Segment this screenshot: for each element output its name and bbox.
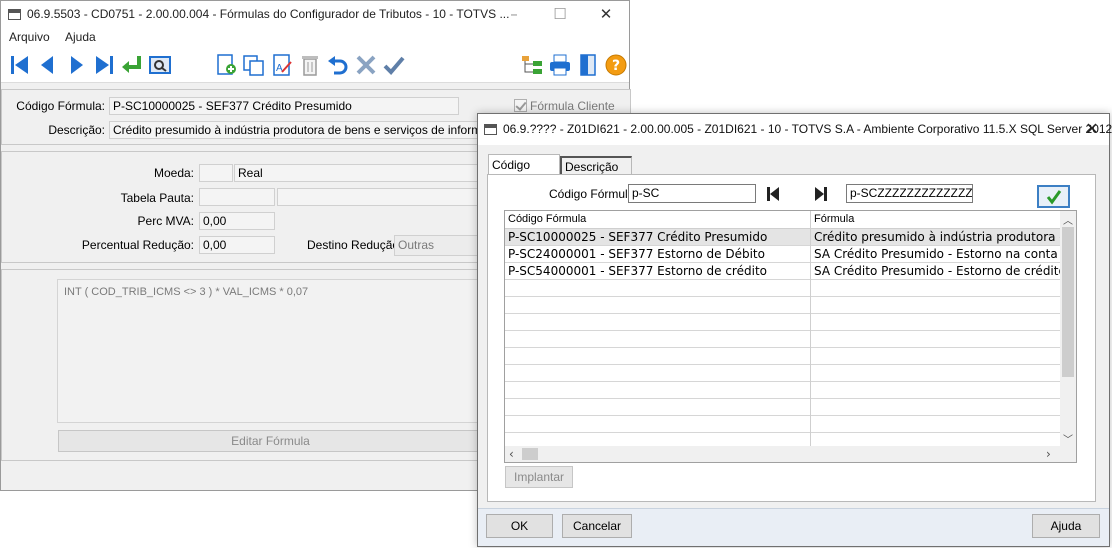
codigo-formula-field[interactable]: P-SC10000025 - SEF377 Crédito Presumido [109, 97, 459, 115]
confirm-return-icon[interactable] [119, 52, 145, 78]
table-row[interactable]: P-SC10000025 - SEF377 Crédito Presumido … [505, 229, 1061, 246]
descricao-label: Descrição: [48, 123, 105, 137]
last-record-icon[interactable] [91, 52, 117, 78]
minimize-button[interactable]: – [491, 1, 537, 29]
empty-row [505, 348, 1061, 365]
empty-row [505, 331, 1061, 348]
table-row[interactable]: P-SC54000001 - SEF377 Estorno de crédito… [505, 263, 1061, 280]
implantar-button[interactable]: Implantar [505, 466, 573, 488]
destino-reducao-label: Destino Redução: [307, 238, 403, 252]
scroll-right-icon[interactable]: › [1046, 447, 1051, 461]
range-start-button[interactable] [764, 185, 782, 203]
formula-cliente-checkbox[interactable] [514, 99, 527, 112]
editar-formula-button[interactable]: Editar Fórmula [58, 430, 483, 452]
column-header-codigo[interactable]: Código Fórmula [505, 211, 810, 229]
range-end-input[interactable]: p-SCZZZZZZZZZZZZZZ [846, 184, 973, 203]
results-grid[interactable]: Código Fórmula Fórmula P-SC10000025 - SE… [504, 210, 1077, 463]
percentual-reducao-field[interactable]: 0,00 [199, 236, 275, 254]
tabela-pauta-field[interactable] [199, 188, 275, 206]
cell-codigo: P-SC24000001 - SEF377 Estorno de Débito [508, 247, 765, 261]
tab-descricao[interactable]: Descrição [560, 156, 632, 175]
dialog-codigo-formula-label: Código Fórmula: [549, 187, 638, 201]
menubar: Arquivo Ajuda [1, 29, 629, 47]
cell-formula: Crédito presumido à indústria produtora … [814, 230, 1061, 244]
undo-icon[interactable] [325, 52, 351, 78]
lookup-dialog: 06.9.???? - Z01DI621 - 2.00.00.005 - Z01… [477, 113, 1112, 547]
dialog-app-icon [484, 124, 497, 135]
scroll-down-icon[interactable]: ﹀ [1063, 431, 1073, 446]
tabela-pauta-label: Tabela Pauta: [120, 191, 194, 205]
print-icon[interactable] [547, 52, 573, 78]
vertical-scroll-thumb[interactable] [1062, 227, 1074, 377]
new-record-icon[interactable] [213, 52, 239, 78]
search-icon[interactable] [147, 52, 173, 78]
delete-icon[interactable] [297, 52, 323, 78]
next-record-icon[interactable] [63, 52, 89, 78]
tab-codigo[interactable]: Código [488, 154, 560, 175]
cancel-button[interactable]: Cancelar [562, 514, 632, 538]
close-button[interactable]: ✕ [583, 1, 629, 29]
cell-formula: SA Crédito Presumido - Estorno na conta … [814, 247, 1061, 261]
copy-icon[interactable] [241, 52, 267, 78]
dialog-titlebar: 06.9.???? - Z01DI621 - 2.00.00.005 - Z01… [478, 114, 1112, 145]
svg-text:A: A [276, 63, 283, 74]
empty-row [505, 399, 1061, 416]
cell-formula: SA Crédito Presumido - Estorno de crédit… [814, 264, 1061, 278]
first-record-icon[interactable] [7, 52, 33, 78]
ok-button[interactable]: OK [486, 514, 553, 538]
horizontal-scrollbar[interactable]: ‹ › [505, 446, 1076, 462]
perc-mva-field[interactable]: 0,00 [199, 212, 275, 230]
scroll-left-icon[interactable]: ‹ [509, 447, 514, 461]
edit-icon[interactable]: A [269, 52, 295, 78]
main-titlebar: 06.9.5503 - CD0751 - 2.00.00.004 - Fórmu… [1, 1, 629, 29]
dialog-footer: OK Cancelar Ajuda [478, 508, 1109, 546]
table-row[interactable]: P-SC24000001 - SEF377 Estorno de Débito … [505, 246, 1061, 263]
check-icon [1046, 190, 1062, 205]
menu-arquivo[interactable]: Arquivo [9, 30, 50, 44]
previous-record-icon[interactable] [35, 52, 61, 78]
range-end-button[interactable] [812, 185, 830, 203]
codigo-formula-label: Código Fórmula: [16, 99, 105, 113]
destino-reducao-select[interactable]: Outras [394, 235, 484, 256]
percentual-reducao-label: Percentual Redução: [81, 238, 194, 252]
horizontal-scroll-thumb[interactable] [522, 448, 538, 460]
formula-cliente-label: Fórmula Cliente [530, 99, 615, 113]
perc-mva-label: Perc MVA: [137, 214, 194, 228]
empty-row [505, 297, 1061, 314]
column-header-formula[interactable]: Fórmula [811, 211, 1061, 229]
check-icon[interactable] [381, 52, 407, 78]
empty-row [505, 382, 1061, 399]
cancel-icon[interactable] [353, 52, 379, 78]
range-start-input[interactable]: p-SC [628, 184, 756, 203]
dialog-close-button[interactable]: ✕ [1075, 114, 1109, 145]
formula-editor[interactable]: INT ( COD_TRIB_ICMS <> 3 ) * VAL_ICMS * … [57, 279, 487, 423]
column-separator [810, 211, 811, 447]
exit-icon[interactable] [575, 52, 601, 78]
toolbar: A ? [1, 47, 629, 83]
dialog-title: 06.9.???? - Z01DI621 - 2.00.00.005 - Z01… [503, 122, 1112, 136]
moeda-code-field[interactable] [199, 164, 233, 182]
scroll-up-icon[interactable]: ︿ [1063, 212, 1073, 227]
grid-header: Código Fórmula Fórmula [505, 211, 1061, 229]
cell-codigo: P-SC10000025 - SEF377 Crédito Presumido [508, 230, 768, 244]
empty-row [505, 280, 1061, 297]
help-icon[interactable]: ? [603, 52, 629, 78]
svg-text:?: ? [612, 58, 620, 74]
app-icon [8, 9, 21, 20]
cell-codigo: P-SC54000001 - SEF377 Estorno de crédito [508, 264, 767, 278]
apply-filter-button[interactable] [1037, 185, 1070, 208]
empty-row [505, 314, 1061, 331]
moeda-field[interactable]: Real [234, 164, 484, 182]
empty-row [505, 416, 1061, 433]
vertical-scrollbar[interactable]: ︿ ﹀ [1060, 211, 1076, 447]
main-window-title: 06.9.5503 - CD0751 - 2.00.00.004 - Fórmu… [27, 7, 510, 21]
help-button[interactable]: Ajuda [1032, 514, 1100, 538]
empty-row [505, 365, 1061, 382]
tree-icon[interactable] [519, 52, 545, 78]
moeda-label: Moeda: [153, 166, 194, 180]
maximize-button[interactable]: ☐ [537, 1, 583, 29]
tabela-pauta-desc-field[interactable] [277, 188, 484, 206]
menu-ajuda[interactable]: Ajuda [65, 30, 96, 44]
formula-text: INT ( COD_TRIB_ICMS <> 3 ) * VAL_ICMS * … [64, 286, 309, 298]
